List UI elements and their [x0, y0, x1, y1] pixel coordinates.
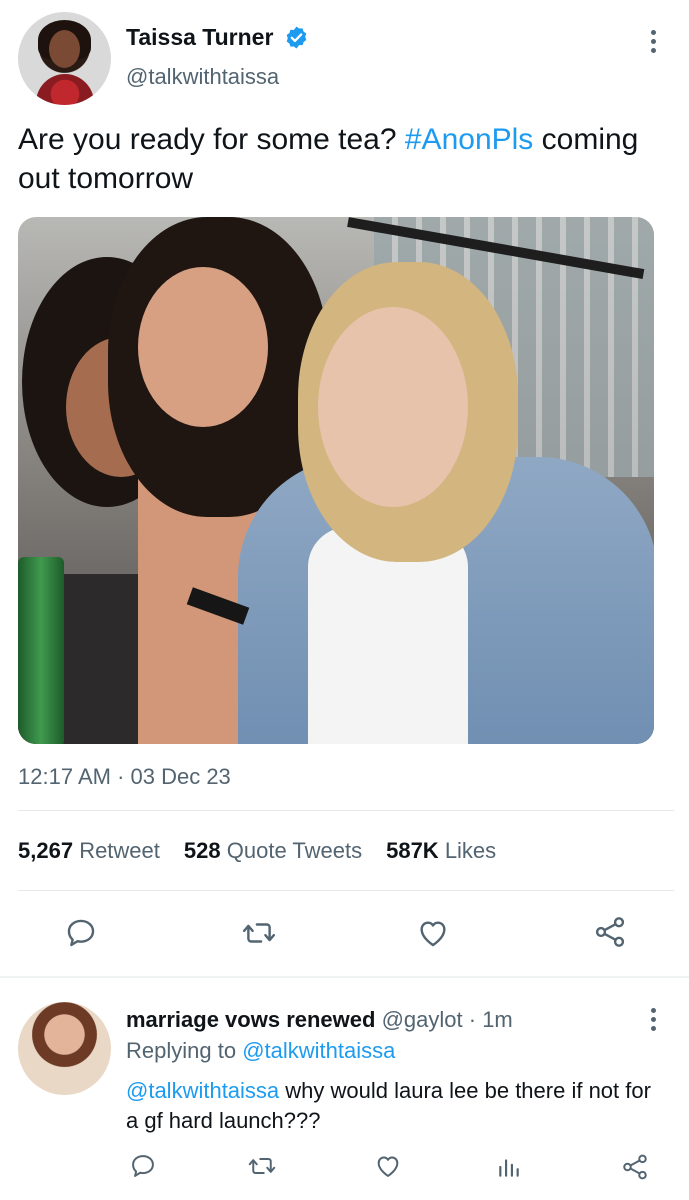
share-icon[interactable] — [620, 1152, 650, 1182]
heart-icon[interactable] — [373, 1152, 403, 1180]
heart-icon[interactable] — [415, 916, 451, 950]
replying-to-link[interactable]: @talkwithtaissa — [242, 1038, 395, 1063]
reply-author-avatar[interactable] — [18, 1002, 111, 1095]
photo-bottle — [18, 557, 64, 744]
comment-icon[interactable] — [129, 1152, 157, 1180]
tweet-stats: 5,267 Retweet 528 Quote Tweets 587K Like… — [18, 838, 520, 864]
tweet-photo[interactable] — [18, 217, 654, 744]
reply-mention-link[interactable]: @talkwithtaissa — [126, 1078, 279, 1103]
divider — [18, 810, 674, 811]
reply-author-handle[interactable]: @gaylot — [382, 1007, 463, 1032]
author-handle[interactable]: @talkwithtaissa — [126, 64, 279, 90]
verified-badge-icon — [286, 26, 307, 49]
photo-person-right-face — [318, 307, 468, 507]
reply-author-name[interactable]: marriage vows renewed — [126, 1007, 375, 1032]
more-vertical-icon[interactable] — [646, 30, 660, 58]
avatar-face — [49, 30, 80, 68]
tweet-text: Are you ready for some tea? #AnonPls com… — [18, 120, 688, 198]
analytics-icon[interactable] — [496, 1153, 522, 1181]
tweet-text-before: Are you ready for some tea? — [18, 123, 405, 156]
tweet-timestamp[interactable]: 12:17 AM · 03 Dec 23 — [18, 764, 231, 790]
share-icon[interactable] — [592, 914, 628, 950]
reply-author-line: marriage vows renewed @gaylot · 1m — [126, 1007, 513, 1033]
quote-count[interactable]: 528 Quote Tweets — [184, 838, 362, 864]
reply-time: · 1m — [468, 1007, 513, 1032]
author-avatar[interactable] — [18, 12, 111, 105]
divider — [18, 890, 674, 891]
photo-person-middle-face — [138, 267, 268, 427]
author-name[interactable]: Taissa Turner — [126, 24, 273, 51]
more-vertical-icon[interactable] — [646, 1008, 660, 1036]
avatar-dress — [36, 74, 94, 105]
section-separator — [0, 976, 689, 978]
reply-text: @talkwithtaissa why would laura lee be t… — [126, 1076, 666, 1136]
hashtag-link[interactable]: #AnonPls — [405, 123, 533, 156]
retweet-count[interactable]: 5,267 Retweet — [18, 838, 160, 864]
like-count[interactable]: 587K Likes — [386, 838, 496, 864]
comment-icon[interactable] — [64, 916, 98, 950]
retweet-icon[interactable] — [246, 1152, 278, 1180]
replying-to: Replying to @talkwithtaissa — [126, 1038, 396, 1063]
retweet-icon[interactable] — [240, 916, 278, 950]
